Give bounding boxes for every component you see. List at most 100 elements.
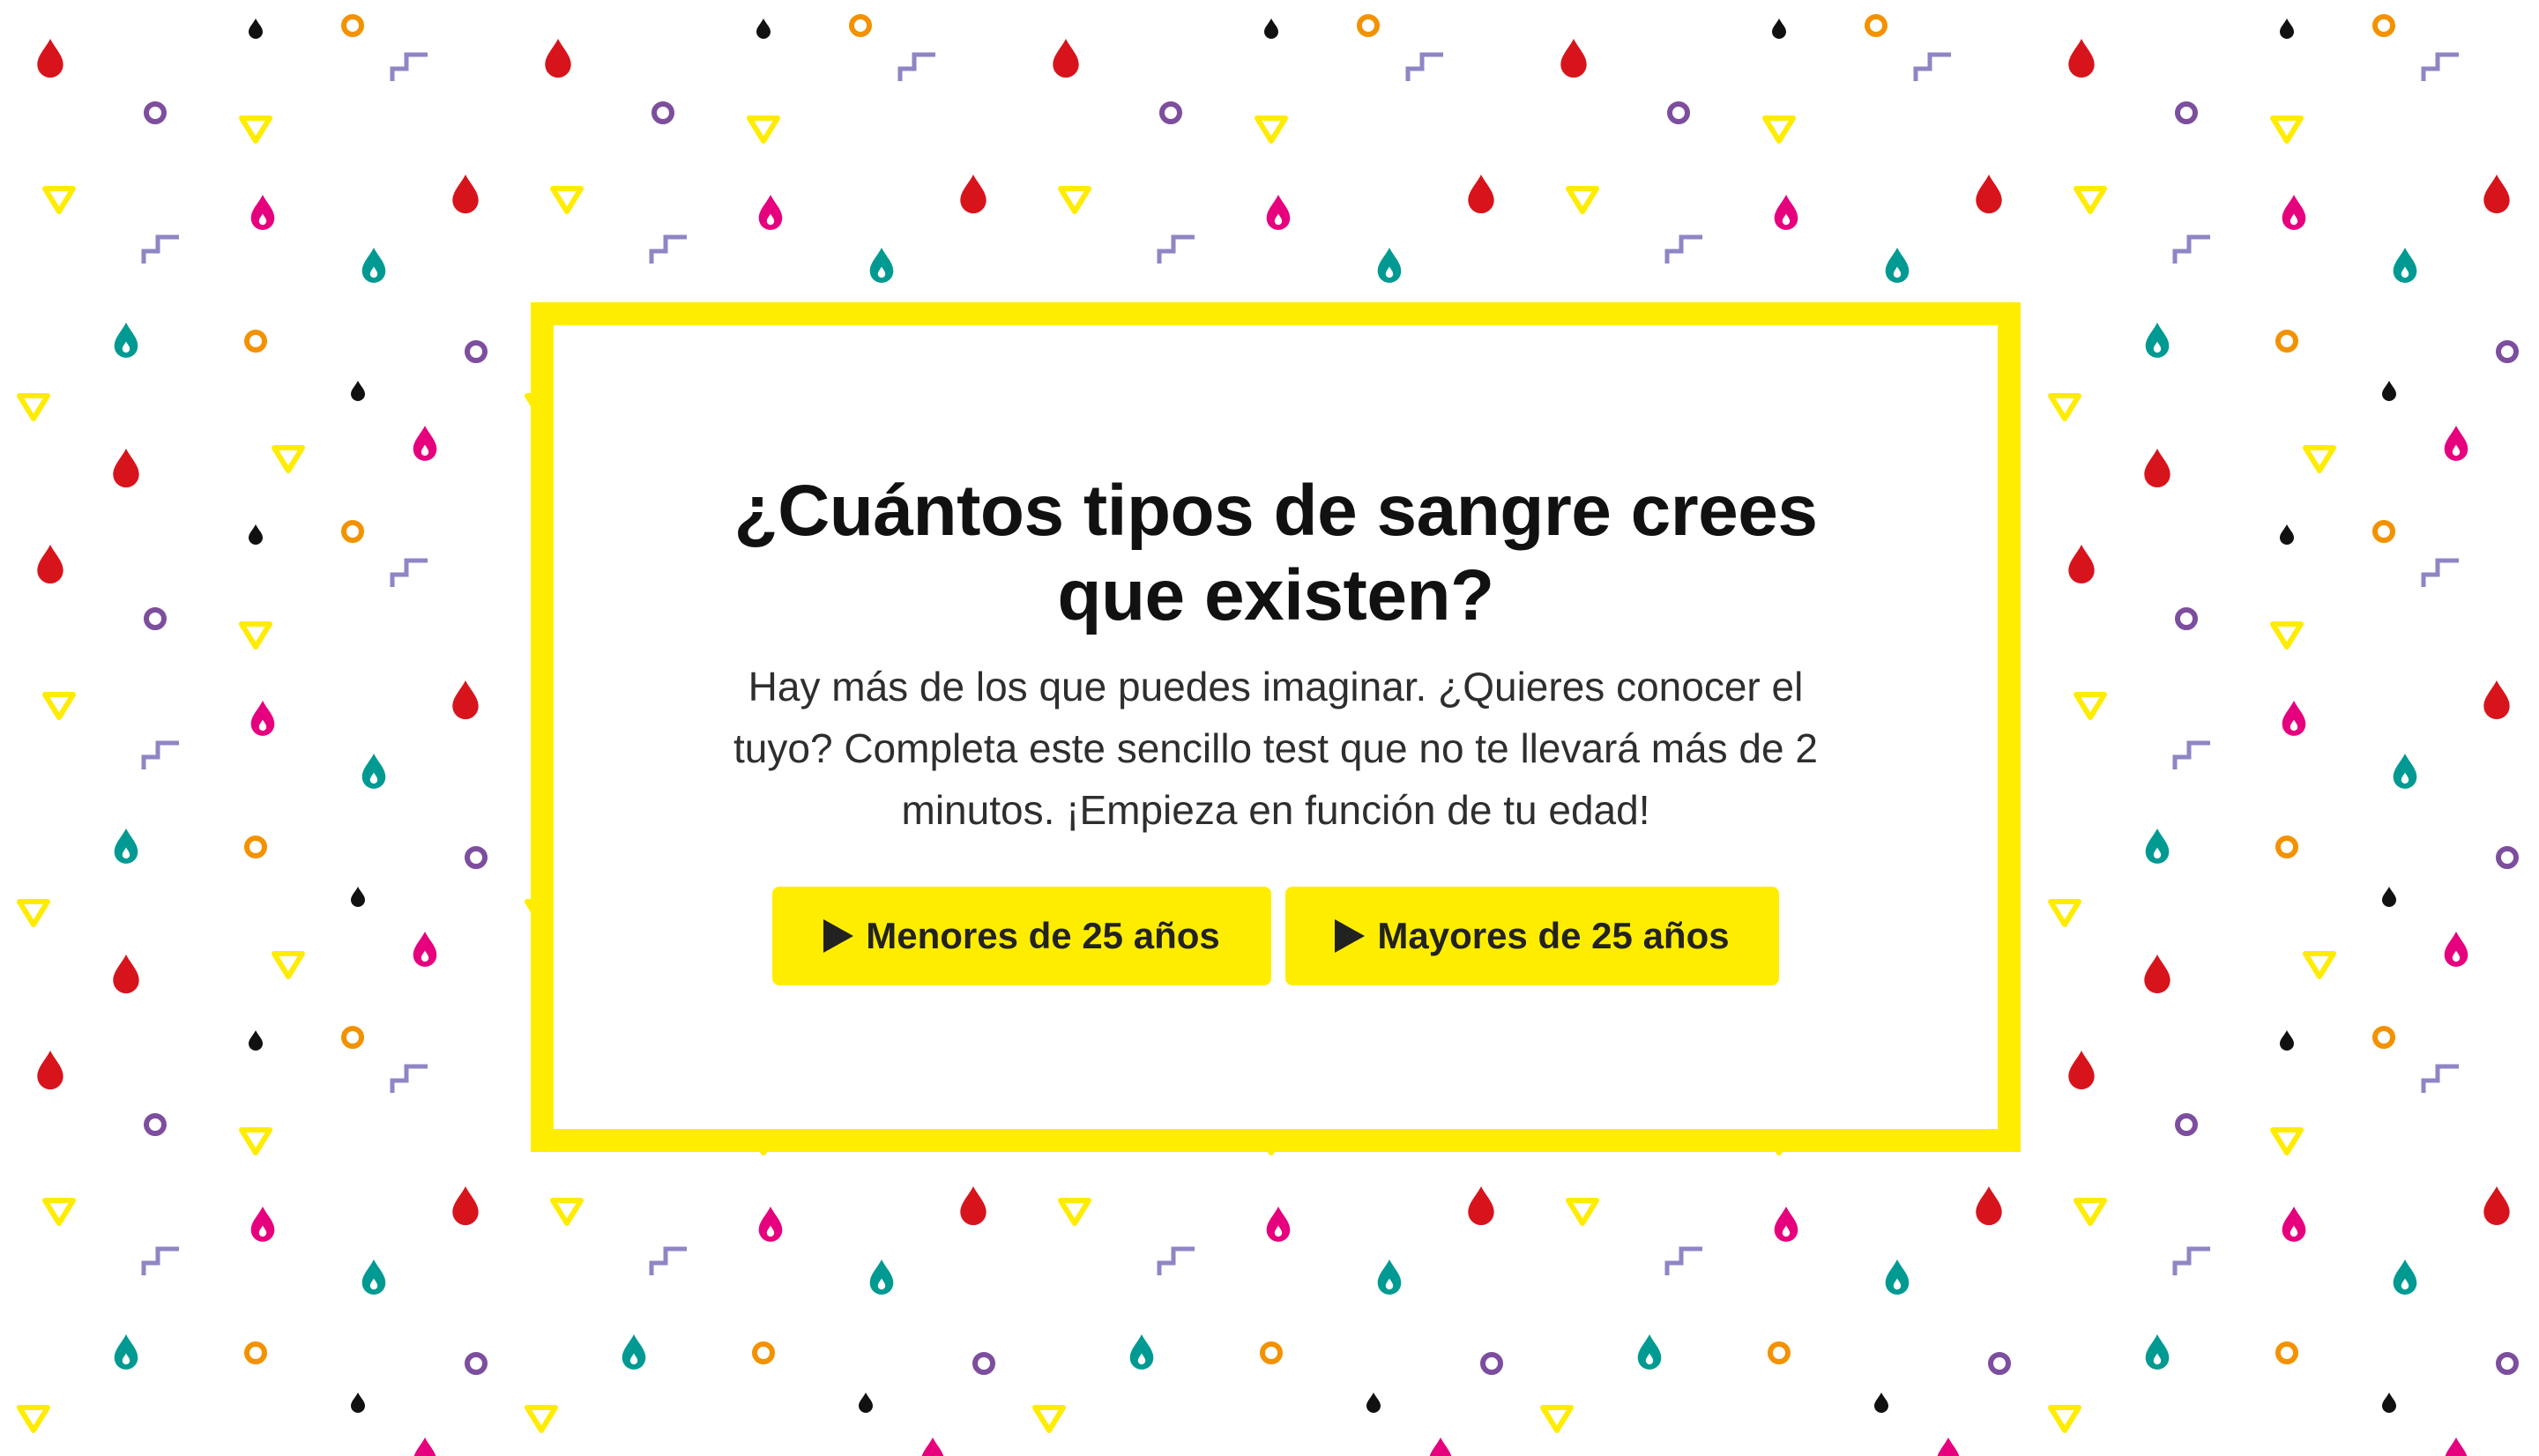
blood-drop-icon [869,1259,894,1295]
blood-drop-icon [361,248,386,283]
blood-drop-icon [2282,1207,2306,1242]
triangle-icon [2074,1198,2107,1226]
quiz-panel: ¿Cuántos tipos de sangre crees que exist… [531,302,2021,1152]
ring-icon [2275,330,2298,353]
dot-icon [2280,1030,2294,1051]
dot-icon [1366,1393,1381,1413]
blood-drop-icon [2483,1186,2510,1226]
ring-icon [341,14,364,37]
blood-drop-icon [1637,1334,1662,1370]
blood-drop-icon [2145,828,2170,864]
ring-icon [244,1341,267,1364]
triangle-icon [2048,1405,2081,1433]
blood-drop-icon [113,449,139,488]
ring-icon [1865,14,1887,37]
ring-icon [341,1026,364,1049]
step-icon [1664,234,1702,264]
step-icon [649,1246,687,1275]
blood-drop-icon [921,1437,944,1456]
play-icon [823,919,854,953]
triangle-icon [1058,1198,1091,1226]
dot-icon [2280,19,2294,39]
over-25-button[interactable]: Mayores de 25 años [1285,887,1779,985]
ring-icon [2275,836,2298,858]
dot-icon [1264,19,1278,39]
triangle-icon [2074,186,2107,214]
step-icon [1405,52,1443,81]
ring-icon [2496,846,2519,869]
ring-icon [144,1113,167,1136]
dot-icon [249,19,263,39]
ring-icon [1159,101,1182,124]
ring-icon [341,520,364,543]
under-25-button[interactable]: Menores de 25 años [772,887,1271,985]
blood-drop-icon [2393,1259,2417,1295]
triangle-icon [2303,951,2336,979]
blood-drop-icon [1976,1186,2002,1226]
ring-icon [144,101,167,124]
blood-drop-icon [1560,39,1587,78]
blood-drop-icon [413,1437,436,1456]
step-icon [2172,234,2210,264]
blood-drop-icon [361,754,386,789]
triangle-icon [2048,899,2081,927]
blood-drop-icon [758,1207,783,1242]
dot-icon [249,524,263,545]
triangle-icon [1566,186,1599,214]
ring-icon [849,14,872,37]
triangle-icon [272,951,305,979]
ring-icon [465,846,488,869]
blood-drop-icon [250,701,275,736]
ring-icon [752,1341,775,1364]
blood-drop-icon [361,1259,386,1295]
over-25-label: Mayores de 25 años [1377,915,1730,956]
step-icon [141,1246,179,1275]
blood-drop-icon [452,1186,479,1226]
blood-drop-icon [413,426,437,461]
ring-icon [2372,1026,2395,1049]
blood-drop-icon [2483,175,2510,214]
blood-drop-icon [452,175,479,214]
blood-drop-icon [1885,1259,1910,1295]
triangle-icon [1762,115,1796,144]
step-icon [2172,1246,2210,1275]
blood-drop-icon [114,828,138,864]
age-buttons: Menores de 25 años Mayores de 25 años [772,887,1779,985]
dot-icon [2280,524,2294,545]
triangle-icon [2074,692,2107,720]
blood-drop-icon [622,1334,646,1370]
blood-drop-icon [2282,701,2306,736]
ring-icon [2175,607,2198,630]
blood-drop-icon [37,39,63,78]
blood-drop-icon [114,1334,138,1370]
blood-drop-icon [1266,1207,1291,1242]
step-icon [897,52,935,81]
step-icon [1157,1246,1195,1275]
play-icon [1335,919,1366,953]
ring-icon [2175,1113,2198,1136]
blood-drop-icon [1429,1437,1452,1456]
step-icon [390,52,428,81]
ring-icon [2275,1341,2298,1364]
ring-icon [244,836,267,858]
blood-drop-icon [2483,680,2510,720]
blood-drop-icon [1774,1207,1798,1242]
triangle-icon [747,115,780,144]
dot-icon [249,1030,263,1051]
triangle-icon [17,393,50,421]
blood-drop-icon [452,680,479,720]
blood-drop-icon [1468,1186,1494,1226]
triangle-icon [1032,1405,1066,1433]
ring-icon [1480,1352,1503,1375]
triangle-icon [1058,186,1091,214]
blood-drop-icon [250,1207,275,1242]
blood-drop-icon [2282,195,2306,230]
ring-icon [1667,101,1690,124]
blood-drop-icon [1377,248,1402,283]
triangle-icon [2270,621,2304,650]
blood-drop-icon [960,175,987,214]
ring-icon [1988,1352,2011,1375]
blood-drop-icon [2144,449,2170,488]
blood-drop-icon [2145,1334,2170,1370]
blood-drop-icon [37,1051,63,1090]
